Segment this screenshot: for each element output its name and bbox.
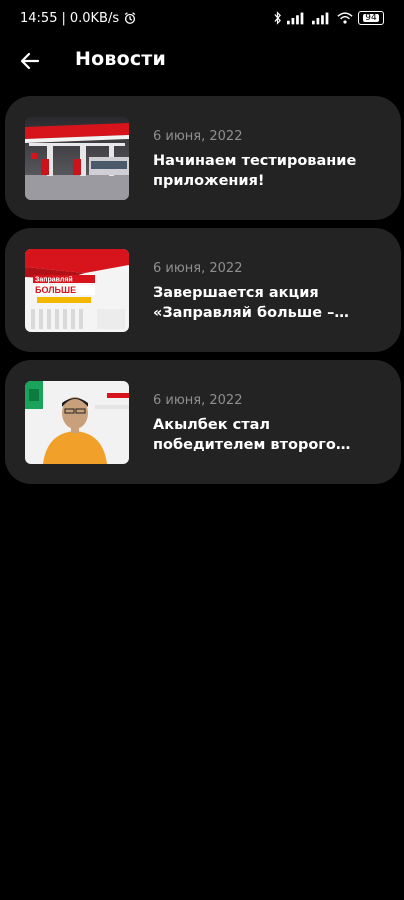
wifi-icon xyxy=(337,12,353,24)
gas-station-image xyxy=(25,117,129,200)
news-card[interactable]: 6 июня, 2022 Акылбек стал победителем вт… xyxy=(5,360,401,484)
promo-banner-image: Заправляй БОЛЬШЕ xyxy=(25,249,129,332)
news-date: 6 июня, 2022 xyxy=(153,129,243,144)
news-headline: Начинаем тестирование приложения! xyxy=(153,153,357,189)
news-card[interactable]: Заправляй БОЛЬШЕ 6 июня, 2022 Завершаетс… xyxy=(5,228,401,352)
status-bar: 14:55 | 0.0KB/s 94 xyxy=(0,0,404,36)
promo-text-2: БОЛЬШЕ xyxy=(35,285,76,295)
status-net-speed: 0.0KB/s xyxy=(69,10,120,26)
news-thumbnail-winner xyxy=(25,381,129,464)
promo-text-1: Заправляй xyxy=(35,276,73,284)
winner-photo-image xyxy=(25,381,129,464)
status-separator: | xyxy=(61,10,66,26)
signal-icon-1 xyxy=(287,12,304,25)
news-headline: Акылбек стал победителем второго этапа р… xyxy=(153,417,336,453)
news-thumbnail-gas-station xyxy=(25,117,129,200)
battery-level: 94 xyxy=(363,12,379,23)
news-date: 6 июня, 2022 xyxy=(153,393,243,408)
news-headline: Завершается акция «Заправляй больше – пл… xyxy=(153,285,335,321)
app-bar: Новости xyxy=(0,36,404,86)
news-thumbnail-promo: Заправляй БОЛЬШЕ xyxy=(25,249,129,332)
back-arrow-icon[interactable] xyxy=(18,49,42,73)
status-right: 94 xyxy=(273,11,384,25)
news-date: 6 июня, 2022 xyxy=(153,261,243,276)
signal-icon-2 xyxy=(312,12,329,25)
alarm-icon xyxy=(124,12,136,24)
status-left: 14:55 | 0.0KB/s xyxy=(20,11,137,26)
page-title: Новости xyxy=(75,48,167,70)
news-card[interactable]: 6 июня, 2022 Начинаем тестирование прило… xyxy=(5,96,401,220)
news-list: 6 июня, 2022 Начинаем тестирование прило… xyxy=(5,96,401,492)
status-time: 14:55 xyxy=(20,10,58,26)
bluetooth-icon xyxy=(274,11,281,25)
battery-icon: 94 xyxy=(358,11,384,25)
